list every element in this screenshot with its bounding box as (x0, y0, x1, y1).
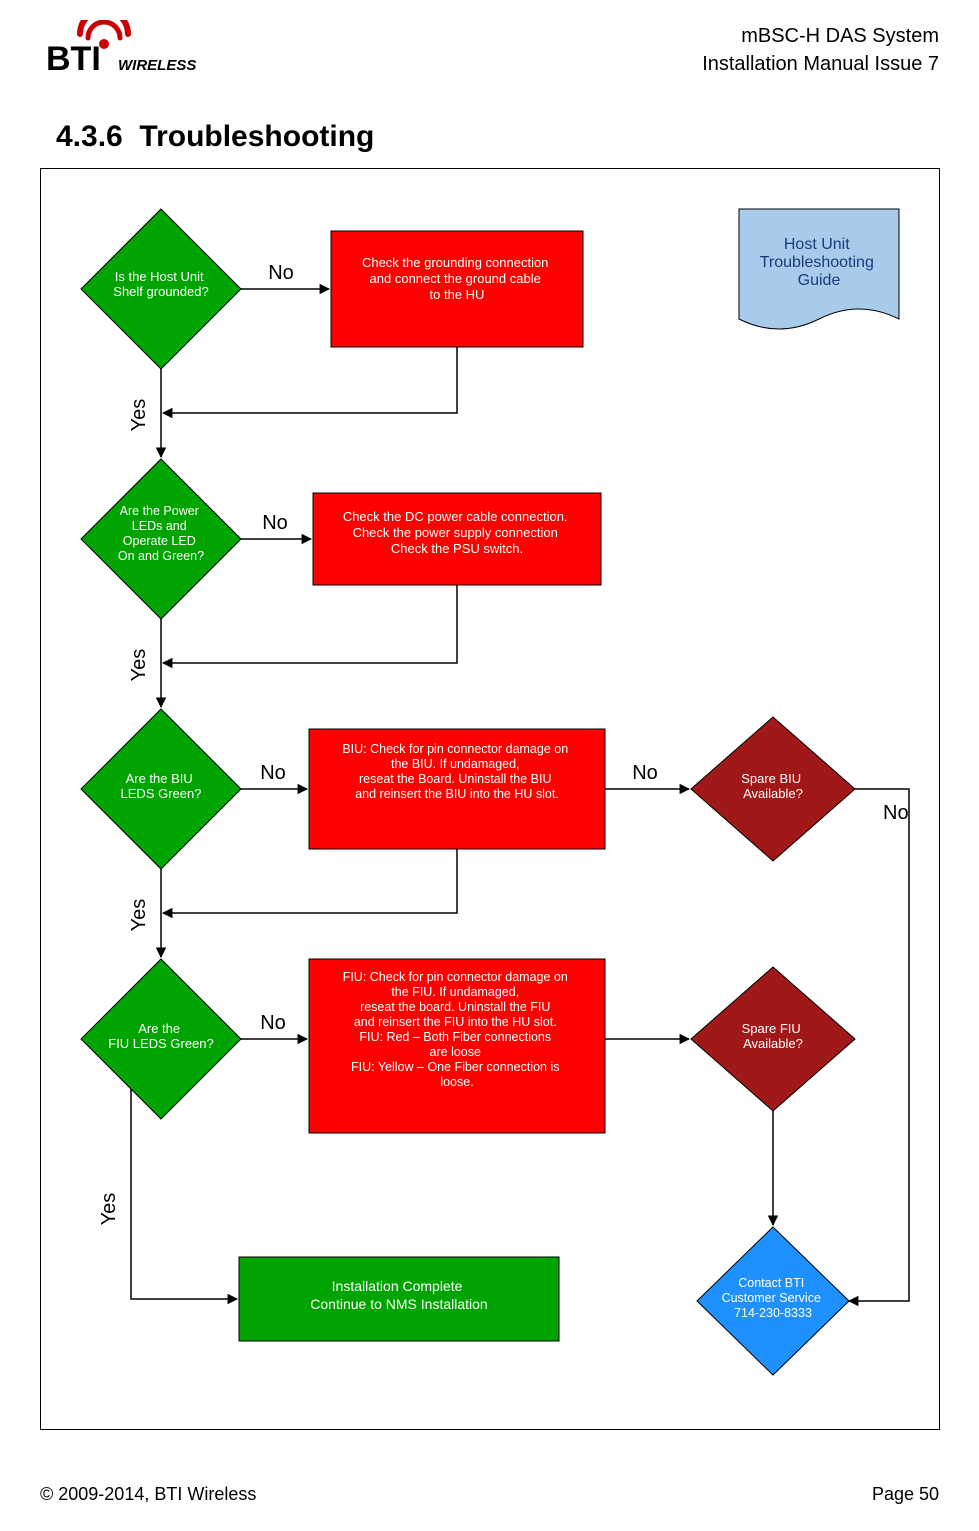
process-check-dc-power: Check the DC power cable connection. Che… (313, 493, 601, 585)
label-no-2: No (262, 512, 288, 534)
section-name: Troubleshooting (139, 120, 374, 153)
svg-text:Spare FIU Available?: Spare FIU Available? (742, 1021, 805, 1051)
logo-sub-text: WIRELESS (118, 57, 196, 74)
process-install-complete: Installation Complete Continue to NMS In… (239, 1257, 559, 1341)
edge-a3-back (163, 849, 457, 913)
note-host-unit-guide: Host Unit Troubleshooting Guide (739, 209, 899, 329)
header-manual: Installation Manual Issue 7 (702, 50, 939, 78)
label-no-1: No (268, 262, 294, 284)
svg-text:Spare BIU Available?: Spare BIU Available? (741, 771, 805, 801)
label-yes-4: Yes (98, 1193, 120, 1226)
decision-spare-fiu: Spare FIU Available? (691, 967, 855, 1111)
process-biu-check: BIU: Check for pin connector damage on t… (309, 729, 605, 849)
bti-logo: BTI WIRELESS (40, 20, 220, 78)
logo-main-text: BTI (46, 40, 101, 78)
label-yes-1: Yes (128, 399, 150, 432)
troubleshooting-flowchart: Host Unit Troubleshooting Guide Is the H… (41, 169, 939, 1429)
decision-fiu-leds: Are the FIU LEDS Green? (81, 959, 241, 1119)
document-page: BTI WIRELESS mBSC-H DAS System Installat… (0, 0, 979, 1531)
svg-text:BIU: Check for pin connector d: BIU: Check for pin connector damage on t… (342, 742, 571, 801)
process-check-grounding: Check the grounding connection and conne… (331, 231, 583, 347)
label-yes-2: Yes (128, 649, 150, 682)
header-right: mBSC-H DAS System Installation Manual Is… (702, 22, 939, 78)
footer-copyright: © 2009-2014, BTI Wireless (40, 1484, 256, 1505)
label-yes-3: Yes (128, 899, 150, 932)
decision-spare-biu: Spare BIU Available? (691, 717, 855, 861)
edge-d3b-contact (849, 789, 909, 1301)
header-system: mBSC-H DAS System (702, 22, 939, 50)
svg-text:Are the Power LEDs a: Are the Power LEDs and Operate LED On an… (118, 504, 204, 563)
label-no-3b: No (632, 762, 658, 784)
svg-text:Is the Host Unit She: Is the Host Unit Shelf grounded? (113, 269, 208, 299)
label-no-4: No (260, 1012, 286, 1034)
decision-contact-bti: Contact BTI Customer Service 714-230-833… (697, 1227, 849, 1375)
edge-a2-back (163, 585, 457, 663)
process-fiu-check: FIU: Check for pin connector damage on t… (309, 959, 605, 1133)
decision-biu-leds: Are the BIU LEDS Green? (81, 709, 241, 869)
decision-power-leds: Are the Power LEDs and Operate LED On an… (81, 459, 241, 619)
svg-text:Are the BIU LEDS Gre: Are the BIU LEDS Green? (121, 771, 202, 801)
edge-a1-back (163, 347, 457, 413)
section-title: 4.3.6 Troubleshooting (56, 120, 374, 154)
label-no-3: No (260, 762, 286, 784)
edge-d4-ok (131, 1089, 237, 1299)
label-no-d3b: No (883, 802, 909, 824)
decision-hu-grounded: Is the Host Unit Shelf grounded? (81, 209, 241, 369)
flowchart-frame: Host Unit Troubleshooting Guide Is the H… (40, 168, 940, 1430)
footer-page: Page 50 (872, 1484, 939, 1505)
section-number: 4.3.6 (56, 120, 123, 153)
